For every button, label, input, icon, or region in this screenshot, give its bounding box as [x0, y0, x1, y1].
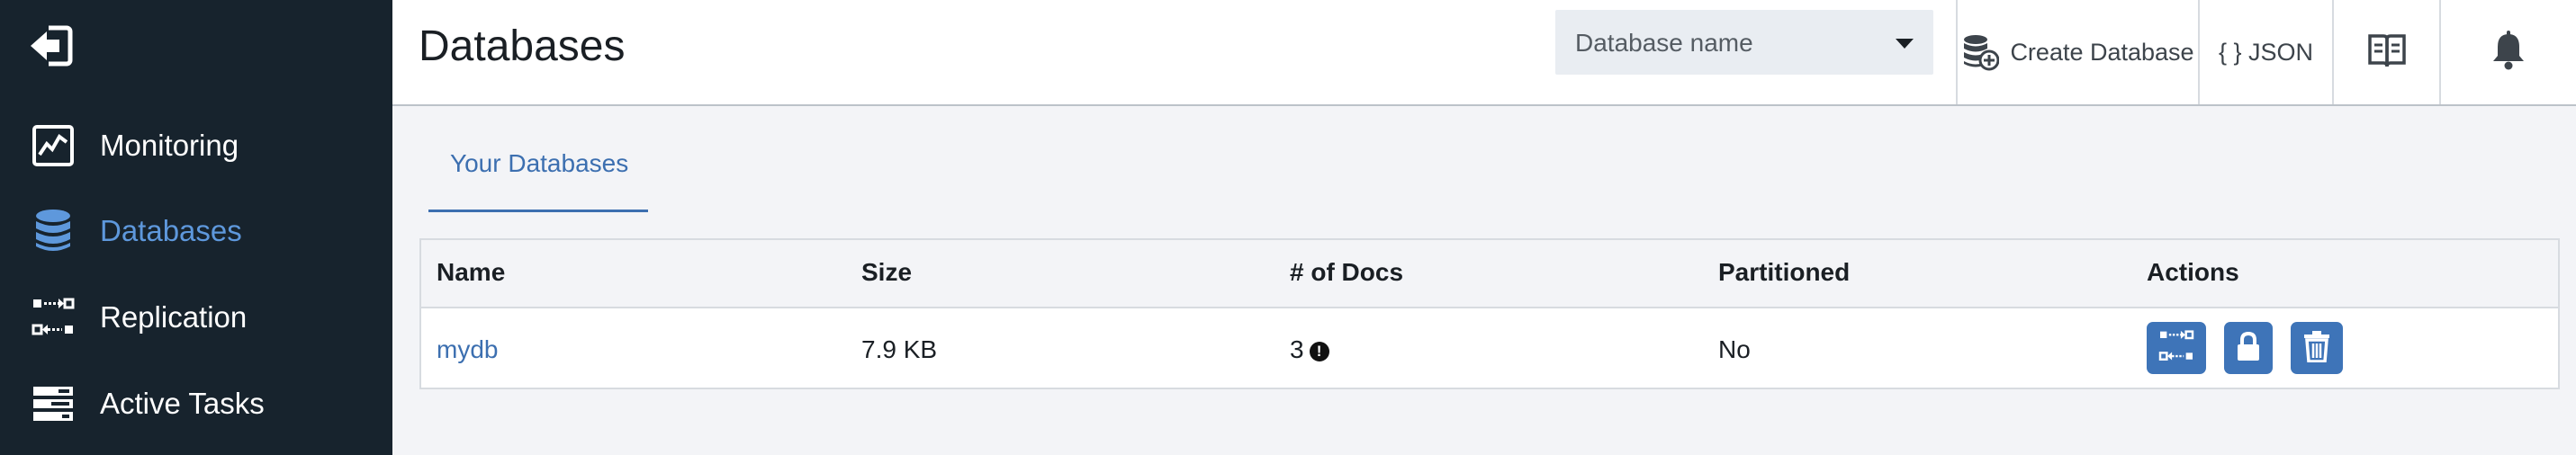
- column-header-docs: # of Docs: [1290, 258, 1404, 286]
- active-tab-indicator: [428, 210, 648, 212]
- exclamation-circle-icon[interactable]: !: [1309, 342, 1329, 361]
- notifications-button[interactable]: [2441, 0, 2576, 104]
- table-header: Name Size # of Docs Partitioned Actions: [421, 240, 2558, 308]
- delete-database-button[interactable]: [2291, 322, 2343, 374]
- column-header-actions: Actions: [2147, 258, 2239, 286]
- collapse-sidebar-icon[interactable]: [27, 22, 74, 69]
- sidebar-item-label: Databases: [100, 214, 242, 247]
- sidebar-item-databases[interactable]: Databases: [0, 200, 392, 263]
- active-tasks-icon: [31, 381, 76, 426]
- sidebar: Monitoring Databases Replication Active …: [0, 0, 392, 455]
- partitioned-value: No: [1718, 335, 1751, 363]
- database-name-link[interactable]: mydb: [437, 335, 498, 364]
- sidebar-item-label: Active Tasks: [100, 387, 265, 420]
- databases-table: Name Size # of Docs Partitioned Actions …: [419, 238, 2560, 389]
- tab-label: Your Databases: [450, 149, 629, 177]
- create-database-button[interactable]: Create Database: [1958, 0, 2198, 104]
- doc-count-cell: 3!: [1290, 335, 1329, 364]
- replicate-database-button[interactable]: [2147, 322, 2206, 374]
- doc-count: 3: [1290, 335, 1304, 363]
- json-button[interactable]: { } JSON: [2200, 0, 2332, 104]
- trash-icon: [2303, 330, 2330, 367]
- page-title: Databases: [419, 22, 626, 70]
- lock-icon: [2236, 331, 2261, 366]
- replication-icon: [31, 295, 76, 340]
- tab-your-databases[interactable]: Your Databases: [428, 135, 648, 212]
- add-database-icon: [1961, 33, 2000, 71]
- sidebar-item-active-tasks[interactable]: Active Tasks: [0, 372, 392, 435]
- chevron-down-icon: [1896, 39, 1914, 49]
- sidebar-item-label: Monitoring: [100, 129, 239, 162]
- sidebar-item-replication[interactable]: Replication: [0, 286, 392, 349]
- database-name-select[interactable]: Database name: [1555, 10, 1933, 75]
- database-size: 7.9 KB: [861, 335, 938, 363]
- database-name-placeholder: Database name: [1575, 29, 1753, 57]
- book-icon: [2367, 32, 2407, 73]
- bell-icon: [2490, 30, 2526, 75]
- sidebar-item-monitoring[interactable]: Monitoring: [0, 114, 392, 177]
- create-database-label: Create Database: [2010, 38, 2194, 66]
- header: Databases Database name Create Database …: [392, 0, 2576, 106]
- replication-icon: [2158, 329, 2194, 367]
- column-header-name: Name: [437, 258, 506, 286]
- documentation-button[interactable]: [2334, 0, 2439, 104]
- sidebar-item-label: Replication: [100, 300, 248, 334]
- database-permissions-button[interactable]: [2224, 322, 2273, 374]
- databases-icon: [31, 209, 76, 254]
- json-label: { } JSON: [2218, 38, 2314, 66]
- column-header-partitioned: Partitioned: [1718, 258, 1851, 286]
- column-header-size: Size: [861, 258, 913, 286]
- monitoring-icon: [31, 123, 76, 168]
